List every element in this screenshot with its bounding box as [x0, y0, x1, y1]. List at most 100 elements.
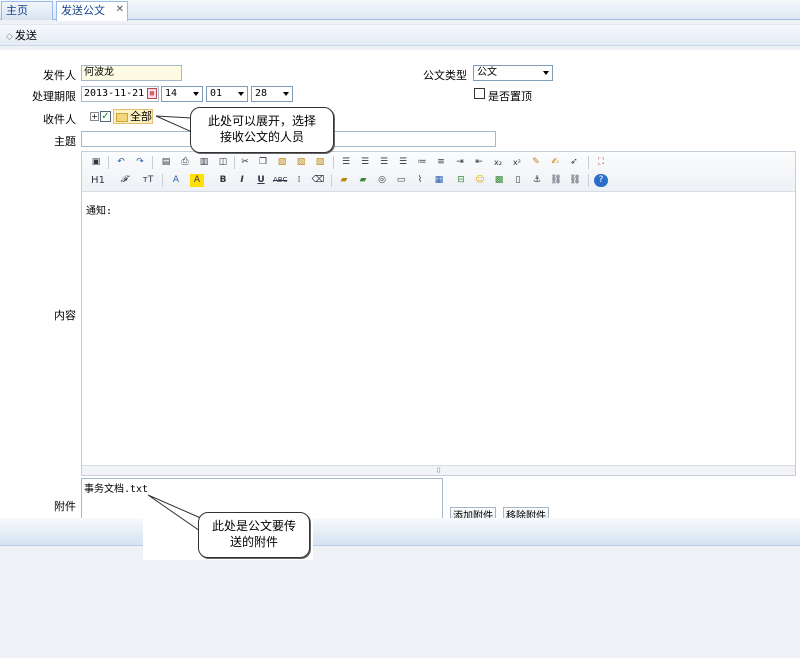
insert-flash-icon[interactable]: ▰	[356, 174, 370, 187]
outdent-icon[interactable]: ⇤	[472, 156, 486, 169]
unordered-list-icon[interactable]: ≡	[434, 156, 448, 169]
send-button[interactable]: ◇ 发送	[6, 29, 37, 44]
recipient-callout-line2: 接收公文的人员	[219, 130, 304, 144]
paste-icon[interactable]: ▧	[275, 156, 289, 169]
code-icon[interactable]: ◫	[216, 156, 230, 169]
close-icon[interactable]: ✕	[116, 1, 124, 19]
superscript-icon[interactable]: x²	[510, 156, 524, 169]
line-height-icon[interactable]: ⁞	[292, 174, 306, 187]
hour-value: 14	[165, 88, 178, 99]
page-break-icon[interactable]: ▯	[511, 174, 525, 187]
chevron-down-icon	[238, 92, 244, 96]
ordered-list-icon[interactable]: ≔	[415, 156, 429, 169]
sender-input[interactable]: 何波龙	[81, 65, 182, 81]
subject-label: 主题	[54, 135, 76, 148]
cut-icon[interactable]: ✂	[238, 156, 252, 169]
map-icon[interactable]: ▩	[492, 174, 506, 187]
unlink-icon[interactable]: ⛓	[568, 174, 582, 187]
chevron-down-icon	[283, 92, 289, 96]
insert-image-icon[interactable]: ▰	[337, 174, 351, 187]
paste-word-icon[interactable]: ▧	[313, 156, 327, 169]
italic-icon[interactable]: I	[235, 174, 249, 187]
strikethrough-icon[interactable]: ABC	[273, 174, 287, 187]
clear-format-icon[interactable]: ✎	[529, 156, 543, 169]
template-icon[interactable]: ▥	[197, 156, 211, 169]
calendar-icon[interactable]: ▦	[147, 88, 157, 99]
chevron-down-icon	[193, 92, 199, 96]
source-icon[interactable]: ▣	[89, 156, 103, 169]
recipient-callout: 此处可以展开，选择 接收公文的人员	[190, 107, 334, 153]
paste-text-icon[interactable]: ▧	[294, 156, 308, 169]
highlight-icon[interactable]: A	[190, 174, 204, 187]
doctype-select[interactable]: 公文	[473, 65, 553, 81]
send-document-form: 发件人 何波龙 处理期限 2013-11-21 ▦ 14 01 28 公文类型 …	[0, 50, 800, 526]
pin-checkbox[interactable]	[474, 88, 485, 99]
format-painter-icon[interactable]: ✍	[548, 156, 562, 169]
align-center-icon[interactable]: ☰	[358, 156, 372, 169]
content-label: 内容	[54, 309, 76, 322]
send-button-label: 发送	[14, 29, 37, 42]
preview-icon[interactable]: ▤	[159, 156, 173, 169]
editor-content[interactable]: 通知:	[86, 202, 112, 217]
minute-select[interactable]: 01	[206, 86, 248, 102]
attachment-callout-line1: 此处是公文要传	[211, 519, 296, 533]
date-input[interactable]: 2013-11-21 ▦	[81, 86, 159, 102]
recipient-all-label: 全部	[130, 110, 152, 123]
callout-tail	[155, 115, 193, 133]
hour-select[interactable]: 14	[161, 86, 203, 102]
date-value: 2013-11-21	[84, 88, 145, 99]
second-select[interactable]: 28	[251, 86, 293, 102]
select-all-icon[interactable]: ➶	[567, 156, 581, 169]
emoticon-icon[interactable]: ☺	[473, 174, 487, 187]
link-icon[interactable]: ⛓	[549, 174, 563, 187]
resize-handle[interactable]: ⇳	[82, 465, 795, 475]
tab-home[interactable]: 主页	[1, 1, 53, 20]
tab-send-document-label: 发送公文	[61, 4, 105, 17]
pin-label: 是否置顶	[488, 90, 532, 103]
doctype-value: 公文	[477, 67, 497, 78]
subscript-icon[interactable]: x₂	[491, 156, 505, 169]
redo-icon[interactable]: ↷	[133, 156, 147, 169]
fullscreen-icon[interactable]: ⛶	[594, 156, 608, 169]
eraser-icon[interactable]: ⌫	[311, 174, 325, 187]
attachment-callout-line2: 送的附件	[229, 535, 278, 549]
second-value: 28	[255, 88, 268, 99]
rich-text-editor[interactable]: ▣ ↶ ↷ ▤ ⎙ ▥ ◫ ✂ ❐ ▧ ▧ ▧ ☰ ☰ ☰ ☰ ≔ ≡ ⇥ ⇤ …	[81, 151, 796, 476]
align-right-icon[interactable]: ☰	[377, 156, 391, 169]
font-family-icon[interactable]: 𝓕	[115, 174, 133, 187]
anchor-icon[interactable]: ⚓	[530, 174, 544, 187]
send-icon: ◇	[6, 32, 13, 42]
expand-tree-icon[interactable]: +	[90, 112, 99, 121]
indent-icon[interactable]: ⇥	[453, 156, 467, 169]
bold-icon[interactable]: B	[216, 174, 230, 187]
insert-media-icon[interactable]: ◎	[375, 174, 389, 187]
tab-send-document[interactable]: 发送公文 ✕	[56, 1, 128, 21]
folder-icon	[116, 112, 128, 122]
deadline-label: 处理期限	[32, 90, 76, 103]
attachment-file[interactable]: 事务文档.txt	[84, 484, 148, 495]
horizontal-line-icon[interactable]: ⊟	[454, 174, 468, 187]
attachment-label: 附件	[54, 500, 76, 513]
sender-label: 发件人	[43, 69, 76, 82]
print-icon[interactable]: ⎙	[178, 156, 192, 169]
underline-icon[interactable]: U	[254, 174, 268, 187]
help-icon[interactable]: ?	[594, 174, 608, 187]
heading-icon[interactable]: H1	[87, 174, 109, 187]
align-left-icon[interactable]: ☰	[339, 156, 353, 169]
align-justify-icon[interactable]: ☰	[396, 156, 410, 169]
recipient-callout-line1: 此处可以展开，选择	[207, 114, 316, 128]
attachment-icon[interactable]: ⌇	[413, 174, 427, 187]
attachment-callout: 此处是公文要传 送的附件	[198, 512, 310, 558]
insert-video-icon[interactable]: ▭	[394, 174, 408, 187]
font-size-icon[interactable]: тT	[138, 174, 158, 187]
copy-icon[interactable]: ❐	[256, 156, 270, 169]
undo-icon[interactable]: ↶	[114, 156, 128, 169]
recipient-label: 收件人	[43, 113, 76, 126]
recipient-all-node[interactable]: 全部	[113, 109, 153, 124]
footer-band	[0, 518, 800, 546]
insert-table-icon[interactable]: ▦	[432, 174, 446, 187]
font-color-icon[interactable]: A	[169, 174, 183, 187]
recipient-checkbox[interactable]: ✓	[100, 111, 111, 122]
editor-toolbar: ▣ ↶ ↷ ▤ ⎙ ▥ ◫ ✂ ❐ ▧ ▧ ▧ ☰ ☰ ☰ ☰ ≔ ≡ ⇥ ⇤ …	[82, 152, 795, 192]
action-toolbar: ◇ 发送	[0, 24, 800, 46]
